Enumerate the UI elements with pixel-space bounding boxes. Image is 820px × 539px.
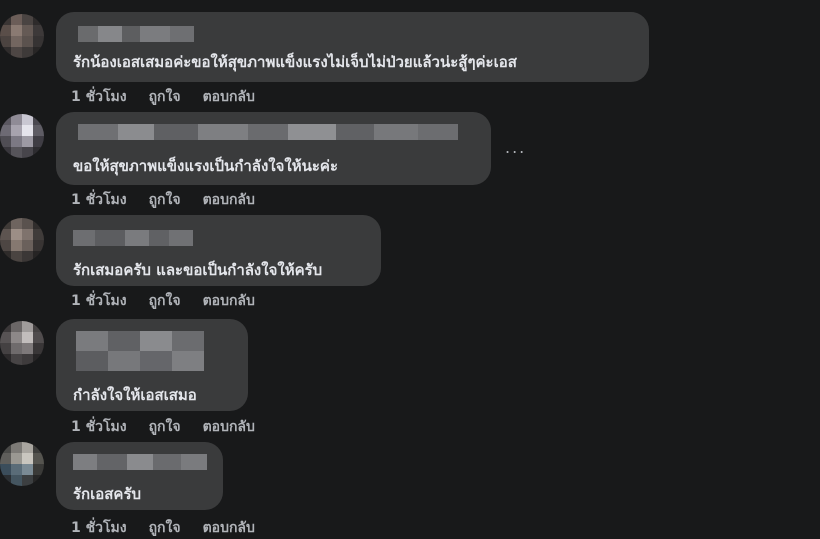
like-button[interactable]: ถูกใจ: [149, 419, 181, 435]
comment-text: รักเสมอครับ และขอเป็นกำลังใจให้ครับ: [73, 261, 323, 279]
like-button[interactable]: ถูกใจ: [149, 520, 181, 536]
commenter-name-blurred[interactable]: [73, 454, 207, 470]
avatar[interactable]: [0, 218, 44, 262]
comment-time[interactable]: 1 ชั่วโมง: [71, 89, 127, 105]
comment-bubble: รักเสมอครับ และขอเป็นกำลังใจให้ครับ: [56, 215, 381, 286]
comment-bubble: กำลังใจให้เอสเสมอ: [56, 319, 248, 411]
comment-time[interactable]: 1 ชั่วโมง: [71, 419, 127, 435]
comment-5: รักเอสครับ 1 ชั่วโมง ถูกใจ ตอบกลับ: [0, 440, 820, 536]
comment-3: รักเสมอครับ และขอเป็นกำลังใจให้ครับ 1 ชั…: [0, 210, 820, 315]
comment-4: กำลังใจให้เอสเสมอ 1 ชั่วโมง ถูกใจ ตอบกลับ: [0, 315, 820, 440]
comment-actions: 1 ชั่วโมง ถูกใจ ตอบกลับ: [71, 290, 277, 312]
like-button[interactable]: ถูกใจ: [149, 89, 181, 105]
reply-button[interactable]: ตอบกลับ: [203, 419, 255, 435]
comment-2: ขอให้สุขภาพแข็งแรงเป็นกำลังใจให้นะค่ะ ..…: [0, 110, 820, 210]
reply-button[interactable]: ตอบกลับ: [203, 293, 255, 309]
comment-text: กำลังใจให้เอสเสมอ: [73, 386, 197, 404]
comment-time[interactable]: 1 ชั่วโมง: [71, 192, 127, 208]
comment-bubble: รักเอสครับ: [56, 442, 223, 510]
reply-button[interactable]: ตอบกลับ: [203, 89, 255, 105]
reply-button[interactable]: ตอบกลับ: [203, 520, 255, 536]
comment-actions: 1 ชั่วโมง ถูกใจ ตอบกลับ: [71, 189, 277, 211]
commenter-name-blurred[interactable]: [76, 331, 204, 371]
avatar[interactable]: [0, 114, 44, 158]
horizontal-ellipsis-icon[interactable]: ...: [505, 138, 526, 157]
comment-text: รักเอสครับ: [73, 485, 142, 503]
comment-bubble: ขอให้สุขภาพแข็งแรงเป็นกำลังใจให้นะค่ะ: [56, 112, 491, 185]
avatar[interactable]: [0, 442, 44, 486]
comment-actions: 1 ชั่วโมง ถูกใจ ตอบกลับ: [71, 416, 277, 438]
comment-1: รักน้องเอสเสมอค่ะขอให้สุขภาพแข็งแรงไม่เจ…: [0, 0, 820, 110]
comment-actions: 1 ชั่วโมง ถูกใจ ตอบกลับ: [71, 86, 277, 108]
commenter-name-blurred[interactable]: [78, 26, 194, 42]
like-button[interactable]: ถูกใจ: [149, 293, 181, 309]
comment-time[interactable]: 1 ชั่วโมง: [71, 520, 127, 536]
commenter-name-blurred[interactable]: [78, 124, 458, 140]
avatar[interactable]: [0, 321, 44, 365]
comment-text: ขอให้สุขภาพแข็งแรงเป็นกำลังใจให้นะค่ะ: [73, 157, 339, 175]
comment-text: รักน้องเอสเสมอค่ะขอให้สุขภาพแข็งแรงไม่เจ…: [73, 53, 517, 71]
comment-time[interactable]: 1 ชั่วโมง: [71, 293, 127, 309]
reply-button[interactable]: ตอบกลับ: [203, 192, 255, 208]
commenter-name-blurred[interactable]: [73, 230, 193, 246]
avatar[interactable]: [0, 14, 44, 58]
comment-bubble: รักน้องเอสเสมอค่ะขอให้สุขภาพแข็งแรงไม่เจ…: [56, 12, 649, 82]
like-button[interactable]: ถูกใจ: [149, 192, 181, 208]
